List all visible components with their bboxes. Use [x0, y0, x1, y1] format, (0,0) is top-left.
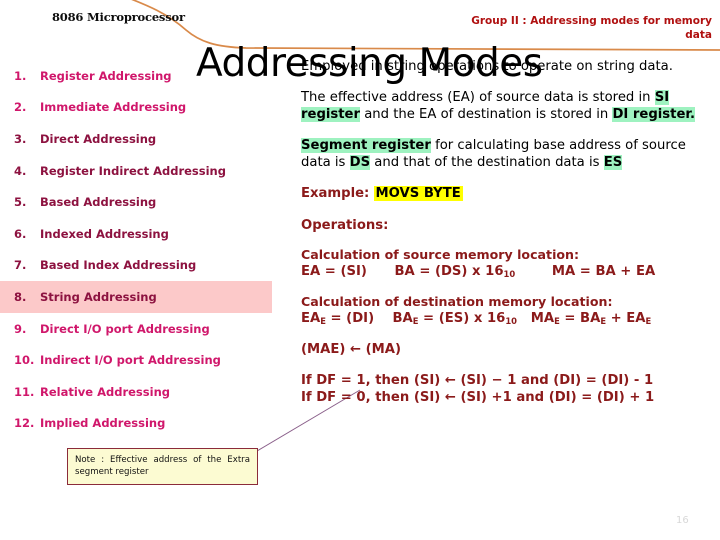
- mode-item-number: 12.: [14, 416, 35, 431]
- mode-list-item[interactable]: 12. Implied Addressing: [0, 408, 290, 440]
- dest-ma-label: MA: [530, 311, 555, 326]
- df-flag-line-2: If DF = 0, then (SI) ← (SI) +1 and (DI) …: [301, 390, 655, 405]
- slide-title: 8086 Microprocessor: [52, 10, 185, 24]
- dest-ma-subscript-3: E: [645, 316, 652, 326]
- mode-item-number: 5.: [14, 195, 27, 210]
- mode-list-item[interactable]: 6. Indexed Addressing: [0, 218, 290, 250]
- mode-item-number: 2.: [14, 100, 27, 115]
- dest-ba-subscript-2: 10: [505, 316, 517, 326]
- dest-ba-label: BA: [392, 311, 413, 326]
- mode-list-item[interactable]: 3. Direct Addressing: [0, 123, 290, 155]
- source-ba-formula: BA = (DS) x 16: [394, 264, 504, 279]
- dest-ea-subscript: E: [320, 316, 326, 326]
- source-ea-formula: EA = (SI): [301, 264, 367, 279]
- source-calc-title: Calculation of source memory location:: [301, 247, 580, 262]
- mode-list-item[interactable]: 9. Direct I/O port Addressing: [0, 313, 290, 345]
- mode-item-number: 10.: [14, 353, 35, 368]
- ea-text-part1: The effective address (EA) of source dat…: [301, 89, 655, 105]
- source-ba-subscript: 10: [503, 269, 516, 279]
- mode-item-number: 3.: [14, 131, 27, 146]
- example-label: Example:: [301, 185, 370, 201]
- mode-list-item[interactable]: 11. Relative Addressing: [0, 376, 290, 408]
- mode-item-number: 8.: [14, 289, 27, 304]
- mode-item-label: String Addressing: [40, 289, 157, 304]
- mode-item-number: 4.: [14, 163, 27, 178]
- mae-assignment-line: (MAE) ← (MA): [301, 342, 402, 357]
- mode-item-label: Implied Addressing: [40, 416, 166, 431]
- destination-calculation-block: Calculation of destination memory locati…: [301, 294, 709, 328]
- df-flag-line-1: If DF = 1, then (SI) ← (SI) − 1 and (DI)…: [301, 373, 654, 388]
- mode-item-label: Based Addressing: [40, 195, 157, 210]
- dest-ma-subscript-2: E: [600, 316, 607, 326]
- es-highlight: ES: [603, 155, 623, 170]
- dest-ma-mid2: + EA: [606, 311, 646, 326]
- ea-text-part2: and the EA of destination is stored in: [360, 107, 613, 122]
- mode-list-item[interactable]: 2. Immediate Addressing: [0, 92, 290, 124]
- dest-ea-value: = (DI): [325, 311, 375, 326]
- mode-item-label: Direct I/O port Addressing: [40, 321, 210, 336]
- segment-register-paragraph: Segment register for calculating base ad…: [301, 137, 709, 172]
- mode-list-item[interactable]: 10. Indirect I/O port Addressing: [0, 344, 290, 376]
- mode-list-item[interactable]: 7. Based Index Addressing: [0, 250, 290, 282]
- mode-item-label: Register Addressing: [40, 68, 172, 83]
- dest-calc-title: Calculation of destination memory locati…: [301, 294, 613, 309]
- mode-item-label: Immediate Addressing: [40, 100, 187, 115]
- mode-item-label: Based Index Addressing: [40, 258, 197, 273]
- seg-text-part2: and that of the destination data is: [370, 155, 604, 170]
- group-heading: Group II : Addressing modes for memory d…: [471, 15, 712, 41]
- ds-highlight: DS: [349, 155, 371, 170]
- mode-list-item[interactable]: 8. String Addressing: [0, 281, 272, 313]
- intro-paragraph: Employed in string operations to operate…: [301, 58, 709, 76]
- note-callout: Note : Effective address of the Extra se…: [67, 448, 258, 485]
- page-number: 16: [676, 515, 689, 526]
- mode-list-item[interactable]: 5. Based Addressing: [0, 186, 290, 218]
- example-value: MOVS BYTE: [373, 185, 463, 201]
- mode-item-label: Register Indirect Addressing: [40, 163, 226, 178]
- mode-list-item[interactable]: 1. Register Addressing: [0, 60, 290, 92]
- dest-ba-subscript: E: [412, 316, 419, 326]
- dest-ea-label: EA: [301, 311, 321, 326]
- segment-register-highlight: Segment register: [301, 137, 431, 153]
- operations-label: Operations:: [301, 218, 389, 233]
- dest-ma-mid: = BA: [559, 311, 601, 326]
- mode-item-number: 9.: [14, 321, 27, 336]
- dest-ba-value: = (ES) x 16: [418, 311, 506, 326]
- mode-item-number: 7.: [14, 258, 27, 273]
- dest-ma-subscript: E: [554, 316, 560, 326]
- mode-item-label: Indexed Addressing: [40, 226, 169, 241]
- mode-list-item[interactable]: 4. Register Indirect Addressing: [0, 155, 290, 187]
- di-register-highlight: DI register.: [612, 107, 696, 122]
- mode-item-number: 11.: [14, 384, 35, 399]
- dest-calc-formula: EAE = (DI) BAE = (ES) x 1610 MAE = BAE +…: [301, 310, 709, 328]
- effective-address-paragraph: The effective address (EA) of source dat…: [301, 89, 709, 124]
- mode-item-label: Relative Addressing: [40, 384, 170, 399]
- mode-item-number: 6.: [14, 226, 27, 241]
- mode-item-number: 1.: [14, 68, 27, 83]
- mode-item-label: Indirect I/O port Addressing: [40, 353, 221, 368]
- source-calculation-block: Calculation of source memory location: E…: [301, 247, 709, 281]
- source-calc-formula: EA = (SI) BA = (DS) x 1610 MA = BA + EA: [301, 263, 709, 281]
- source-ma-formula: MA = BA + EA: [551, 264, 656, 279]
- content-column: Employed in string operations to operate…: [301, 58, 709, 406]
- mode-item-label: Direct Addressing: [40, 131, 157, 146]
- addressing-modes-list: 1. Register Addressing 2. Immediate Address…: [0, 60, 290, 439]
- intro-text: Employed in string operations to operate…: [301, 59, 673, 74]
- example-paragraph: Example: MOVS BYTE: [301, 185, 709, 203]
